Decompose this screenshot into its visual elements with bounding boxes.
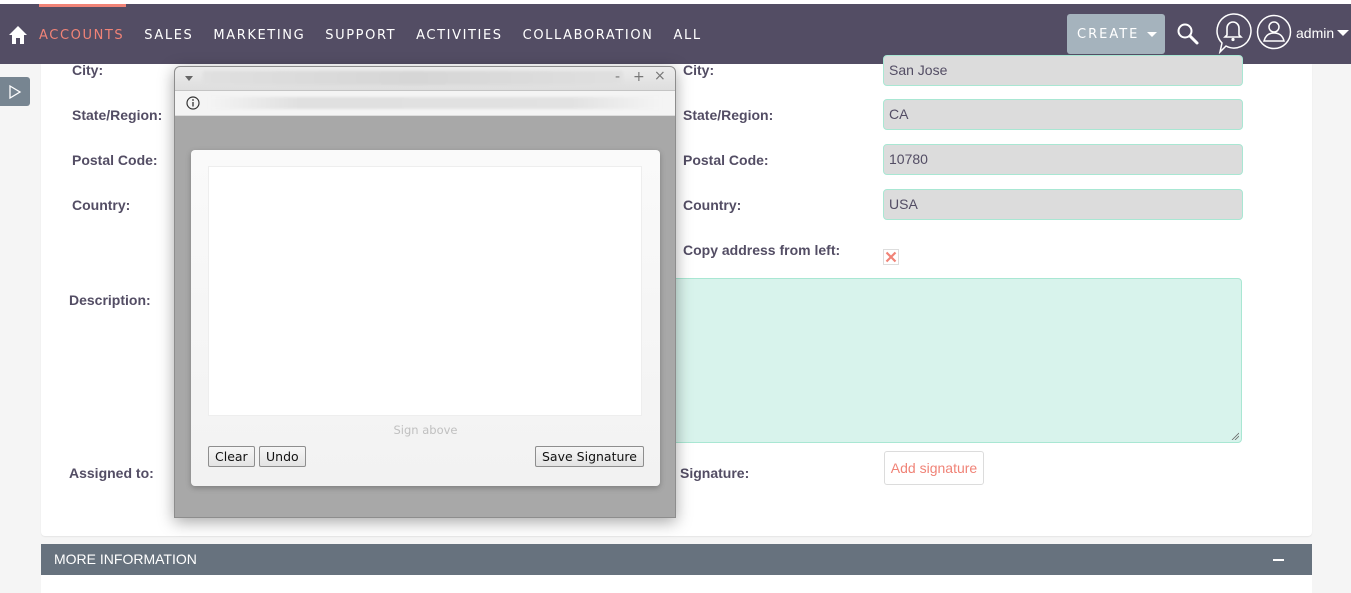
left-city-label: City:: [72, 62, 104, 78]
resize-grip-icon[interactable]: [1231, 432, 1239, 440]
play-triangle-icon: [9, 84, 22, 99]
copy-address-label: Copy address from left:: [683, 242, 841, 258]
popup-title-redacted: [203, 71, 623, 85]
minimize-button[interactable]: -: [615, 69, 620, 85]
collapse-icon[interactable]: [1273, 559, 1284, 561]
nav-marketing[interactable]: MARKETING: [213, 28, 305, 43]
sign-above-hint: Sign above: [393, 423, 458, 437]
left-postal-label: Postal Code:: [72, 152, 158, 168]
right-city-label: City:: [683, 62, 715, 78]
sidebar-toggle-button[interactable]: [0, 77, 30, 106]
assigned-to-label: Assigned to:: [69, 465, 154, 481]
nav-accounts[interactable]: ACCOUNTS: [39, 28, 124, 43]
info-icon[interactable]: [186, 96, 200, 110]
nav-collaboration[interactable]: COLLABORATION: [523, 28, 654, 43]
more-information-header[interactable]: MORE INFORMATION: [41, 544, 1312, 575]
create-button[interactable]: CREATE: [1067, 14, 1165, 54]
more-information-title: MORE INFORMATION: [54, 551, 197, 567]
signature-pad-card: Sign above Clear Undo Save Signature: [191, 150, 660, 486]
signature-popup-window: - + × Sign above Clear Undo Save Signatu…: [174, 66, 676, 518]
popup-titlebar[interactable]: - + ×: [175, 67, 675, 91]
alt-postal-code-input[interactable]: 10780: [883, 144, 1243, 175]
alt-state-input[interactable]: CA: [883, 99, 1243, 130]
window-menu-icon[interactable]: [185, 76, 193, 81]
right-country-label: Country:: [683, 197, 742, 213]
close-button[interactable]: ×: [654, 68, 666, 84]
maximize-button[interactable]: +: [633, 69, 645, 85]
alt-country-input[interactable]: USA: [883, 189, 1243, 220]
main-nav: ACCOUNTS SALES MARKETING SUPPORT ACTIVIT…: [39, 28, 722, 43]
chevron-down-icon: [1147, 31, 1158, 37]
add-signature-button[interactable]: Add signature: [884, 451, 984, 485]
right-postal-label: Postal Code:: [683, 152, 769, 168]
popup-url-redacted: [209, 97, 661, 109]
home-icon[interactable]: [8, 25, 28, 45]
nav-all[interactable]: ALL: [674, 28, 702, 43]
copy-address-checkbox[interactable]: [883, 249, 899, 265]
left-state-label: State/Region:: [72, 107, 163, 123]
description-textarea[interactable]: [660, 278, 1242, 443]
search-icon[interactable]: [1176, 22, 1200, 46]
clear-button[interactable]: Clear: [208, 446, 255, 467]
bell-icon[interactable]: [1214, 12, 1252, 54]
right-state-label: State/Region:: [683, 107, 774, 123]
description-label: Description:: [69, 292, 151, 308]
signature-label: Signature:: [680, 465, 750, 481]
user-name: admin: [1296, 25, 1335, 41]
signature-canvas[interactable]: [208, 166, 642, 416]
undo-button[interactable]: Undo: [259, 446, 306, 467]
left-country-label: Country:: [72, 197, 131, 213]
nav-sales[interactable]: SALES: [144, 28, 193, 43]
popup-address-bar: [175, 91, 675, 116]
nav-support[interactable]: SUPPORT: [325, 28, 396, 43]
more-information-body: [41, 575, 1312, 593]
alt-city-input[interactable]: San Jose: [883, 55, 1243, 86]
nav-activities[interactable]: ACTIVITIES: [416, 28, 502, 43]
save-signature-button[interactable]: Save Signature: [535, 446, 644, 467]
create-button-label: CREATE: [1077, 26, 1140, 42]
active-tab-indicator: [39, 4, 126, 7]
user-avatar-icon[interactable]: [1256, 14, 1292, 50]
x-mark-icon: [885, 251, 897, 263]
chevron-down-icon: [1337, 30, 1350, 36]
user-menu[interactable]: admin: [1296, 25, 1350, 41]
